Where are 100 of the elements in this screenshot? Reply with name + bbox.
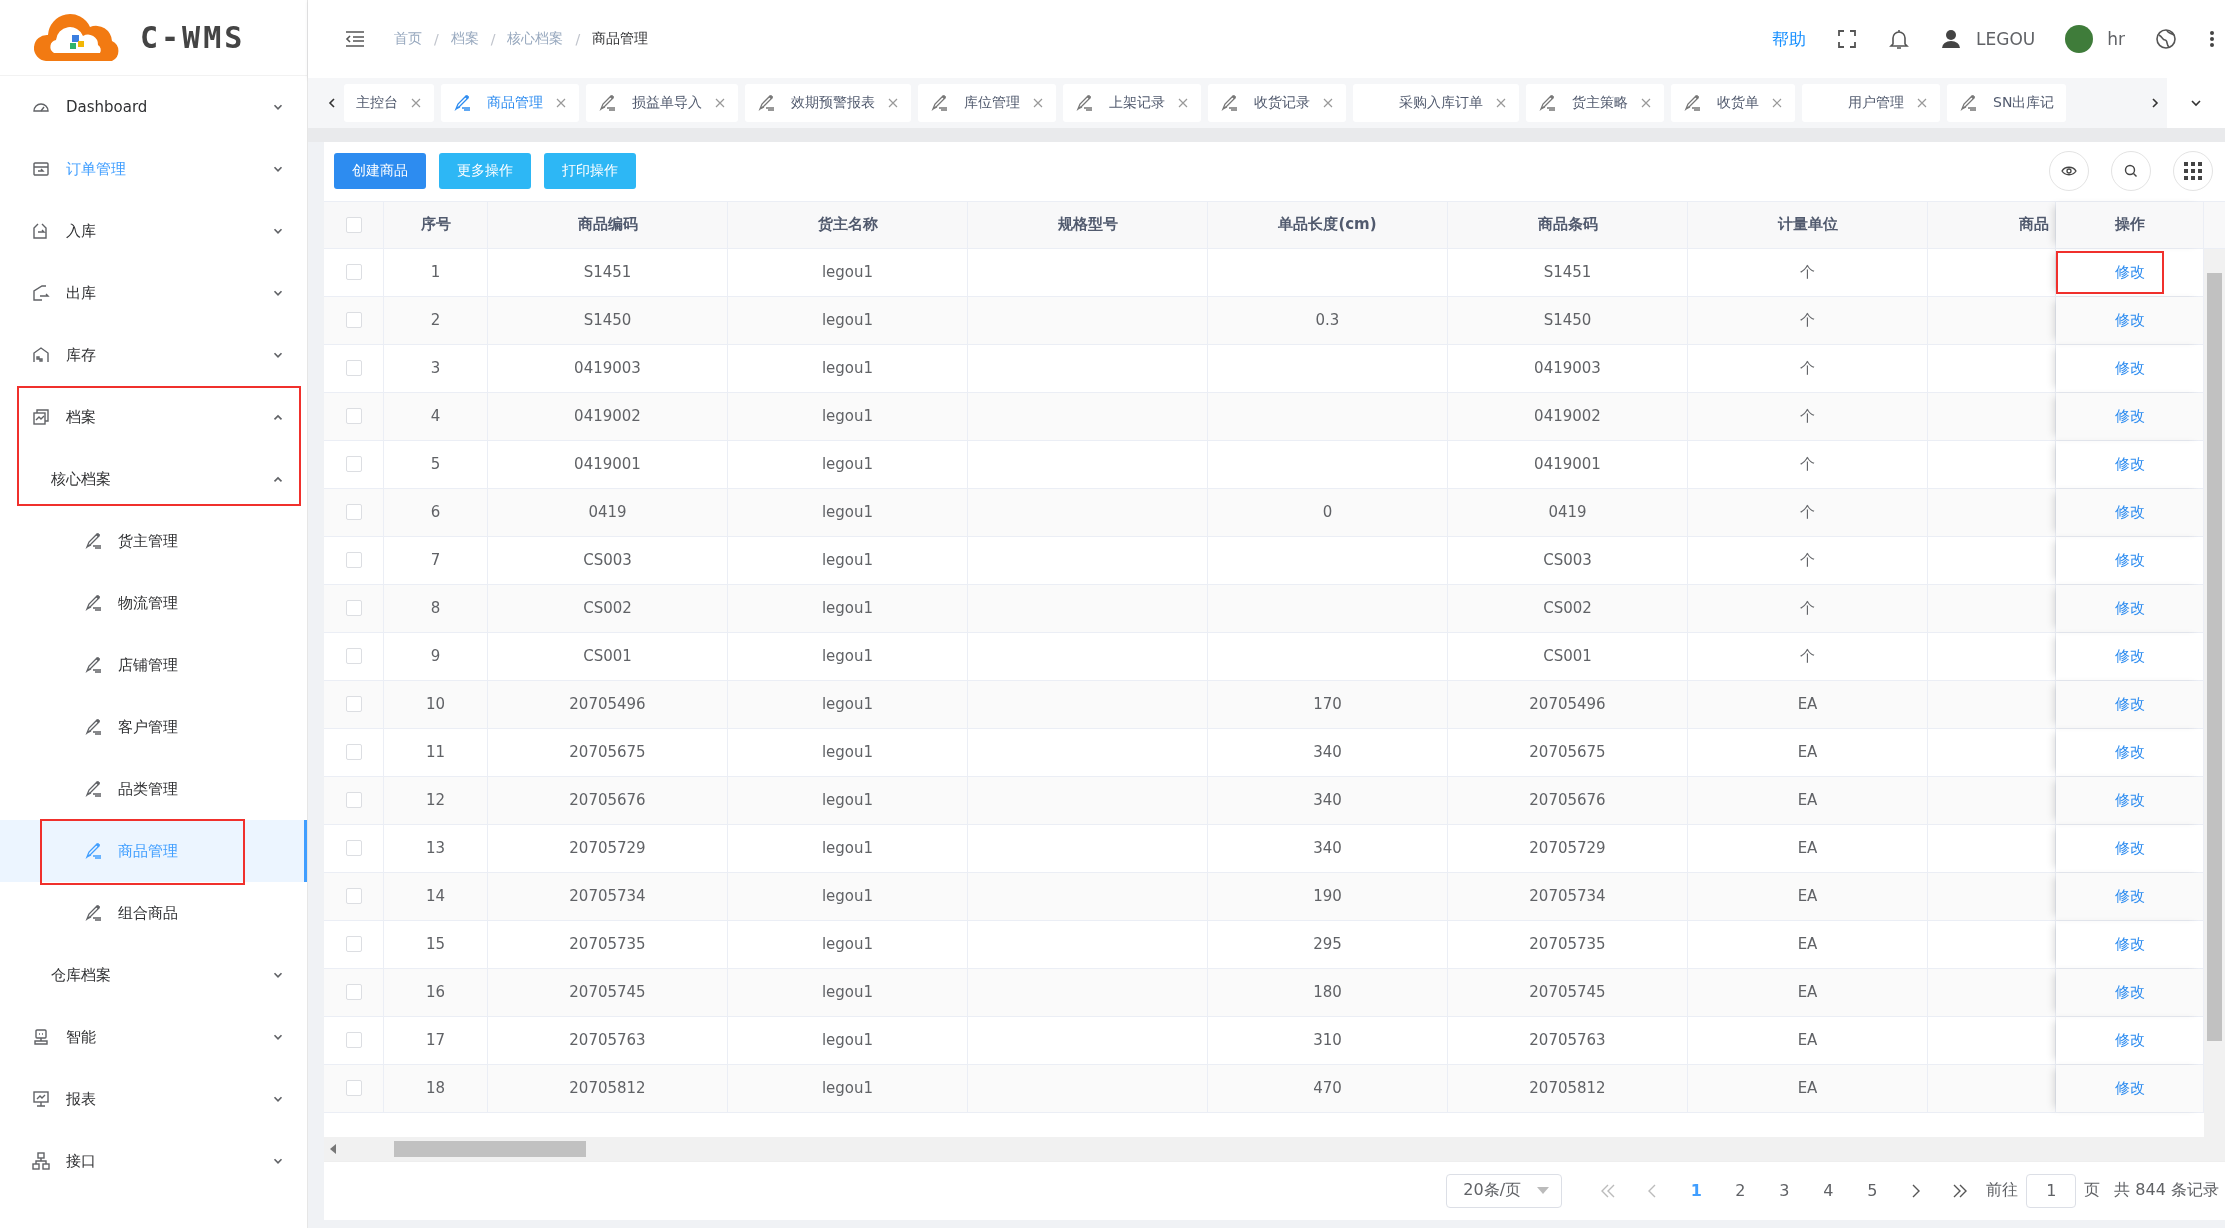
table-cell: EA [1688, 728, 1928, 776]
table-cell: 340 [1208, 728, 1448, 776]
tab[interactable]: 上架记录 [1063, 84, 1201, 122]
edit-link[interactable]: 修改 [2114, 358, 2145, 378]
menu-item[interactable]: 入库 [0, 200, 307, 262]
page-size-select[interactable]: 20条/页 [1446, 1173, 1563, 1208]
menu-item[interactable]: 出库 [0, 262, 307, 324]
menu-item[interactable]: Dashboard [0, 76, 307, 138]
menu-item[interactable]: 物流管理 [0, 572, 307, 634]
tab[interactable]: 货主策略 [1526, 84, 1664, 122]
menu-item[interactable]: 店铺管理 [0, 634, 307, 696]
edit-link[interactable]: 修改 [2114, 406, 2145, 426]
page-number[interactable]: 4 [1810, 1173, 1847, 1208]
menu-item[interactable]: 仓库档案 [0, 944, 307, 1006]
table-cell: 0419001 [488, 440, 728, 488]
edit-link[interactable]: 修改 [2114, 790, 2145, 810]
tab[interactable]: 商品管理 [441, 84, 579, 122]
table-cell: 7 [384, 536, 488, 584]
table-cell: legou1 [728, 248, 968, 296]
table-cell: 20705729 [1448, 824, 1688, 872]
tab[interactable]: 收货记录 [1208, 84, 1346, 122]
table-cell: 310 [1208, 1016, 1448, 1064]
tab[interactable]: 库位管理 [918, 84, 1056, 122]
breadcrumb-separator: / [490, 31, 496, 47]
column-header: 规格型号 [968, 201, 1208, 248]
tab[interactable]: 主控台 [344, 84, 434, 122]
tab[interactable]: 采购入库订单 [1353, 84, 1519, 122]
logo-text: C-WMS [140, 20, 246, 55]
table-cell: 个 [1688, 440, 1928, 488]
edit-link[interactable]: 修改 [2114, 454, 2145, 474]
menu-item[interactable]: 智能 [0, 1006, 307, 1068]
menu-item[interactable]: 品类管理 [0, 758, 307, 820]
menu-item[interactable]: 库存 [0, 324, 307, 386]
edit-link[interactable]: 修改 [2114, 310, 2145, 330]
page-number[interactable]: 3 [1766, 1173, 1803, 1208]
table-cell: 13 [384, 824, 488, 872]
edit-link[interactable]: 修改 [2114, 694, 2145, 714]
breadcrumb-separator: / [575, 31, 581, 47]
column-header: 商品条码 [1448, 201, 1688, 248]
account-name[interactable]: hr [2107, 29, 2125, 49]
column-header: 计量单位 [1688, 201, 1928, 248]
table-cell: CS001 [1448, 632, 1688, 680]
edit-link[interactable]: 修改 [2114, 262, 2145, 282]
edit-link[interactable]: 修改 [2114, 982, 2145, 1002]
column-header: 序号 [384, 201, 488, 248]
table-cell: 3 [384, 344, 488, 392]
menu-item[interactable]: 组合商品 [0, 882, 307, 944]
menu-item[interactable]: 客户管理 [0, 696, 307, 758]
column-header: 单品长度(cm) [1208, 201, 1448, 248]
column-header: 商品编码 [488, 201, 728, 248]
page-number[interactable]: 5 [1854, 1173, 1891, 1208]
table-cell: legou1 [728, 440, 968, 488]
tab[interactable]: SN出库记 [1947, 84, 2067, 122]
table-cell: 20705729 [488, 824, 728, 872]
tab[interactable]: 收货单 [1671, 84, 1795, 122]
edit-link[interactable]: 修改 [2114, 550, 2145, 570]
column-header: 操作 [2056, 201, 2204, 248]
table-cell: S1451 [488, 248, 728, 296]
edit-link[interactable]: 修改 [2114, 598, 2145, 618]
edit-link[interactable]: 修改 [2114, 742, 2145, 762]
table-cell: 20705675 [488, 728, 728, 776]
table-cell: legou1 [728, 1016, 968, 1064]
edit-link[interactable]: 修改 [2114, 838, 2145, 858]
table-cell: CS001 [488, 632, 728, 680]
menu-item[interactable]: 接口 [0, 1130, 307, 1192]
edit-link[interactable]: 修改 [2114, 1030, 2145, 1050]
user-name[interactable]: LEGOU [1976, 29, 2036, 49]
table-cell: 340 [1208, 824, 1448, 872]
action-button[interactable]: 创建商品 [334, 153, 426, 190]
table-cell: 20705763 [1448, 1016, 1688, 1064]
menu-item[interactable]: 档案 [0, 386, 307, 448]
goto-label: 前往 [1986, 1180, 2019, 1202]
table-cell: EA [1688, 1016, 1928, 1064]
table-cell: 0419001 [1448, 440, 1688, 488]
table-cell: 20705763 [488, 1016, 728, 1064]
page-number[interactable]: 2 [1722, 1173, 1759, 1208]
breadcrumb-item[interactable]: 商品管理 [592, 30, 649, 48]
edit-link[interactable]: 修改 [2114, 1078, 2145, 1098]
page-unit-label: 页 [2084, 1180, 2101, 1202]
menu-item[interactable]: 报表 [0, 1068, 307, 1130]
table-cell: legou1 [728, 632, 968, 680]
edit-link[interactable]: 修改 [2114, 886, 2145, 906]
table-cell: 个 [1688, 344, 1928, 392]
tab[interactable]: 用户管理 [1802, 84, 1940, 122]
page-input[interactable]: 1 [2026, 1173, 2077, 1208]
help-link[interactable]: 帮助 [1772, 27, 1806, 51]
table-cell: 20705735 [1448, 920, 1688, 968]
edit-link[interactable]: 修改 [2114, 934, 2145, 954]
tab[interactable]: 效期预警报表 [745, 84, 911, 122]
table-cell: CS003 [1448, 536, 1688, 584]
table-cell: legou1 [728, 920, 968, 968]
table-cell: 个 [1688, 632, 1928, 680]
table-cell: legou1 [728, 536, 968, 584]
table-cell: EA [1688, 920, 1928, 968]
menu-item[interactable]: 货主管理 [0, 510, 307, 572]
edit-link[interactable]: 修改 [2114, 646, 2145, 666]
table-cell: 20705735 [488, 920, 728, 968]
edit-link[interactable]: 修改 [2114, 502, 2145, 522]
menu-item[interactable]: 核心档案 [0, 448, 307, 510]
tab[interactable]: 损益单导入 [586, 84, 738, 122]
